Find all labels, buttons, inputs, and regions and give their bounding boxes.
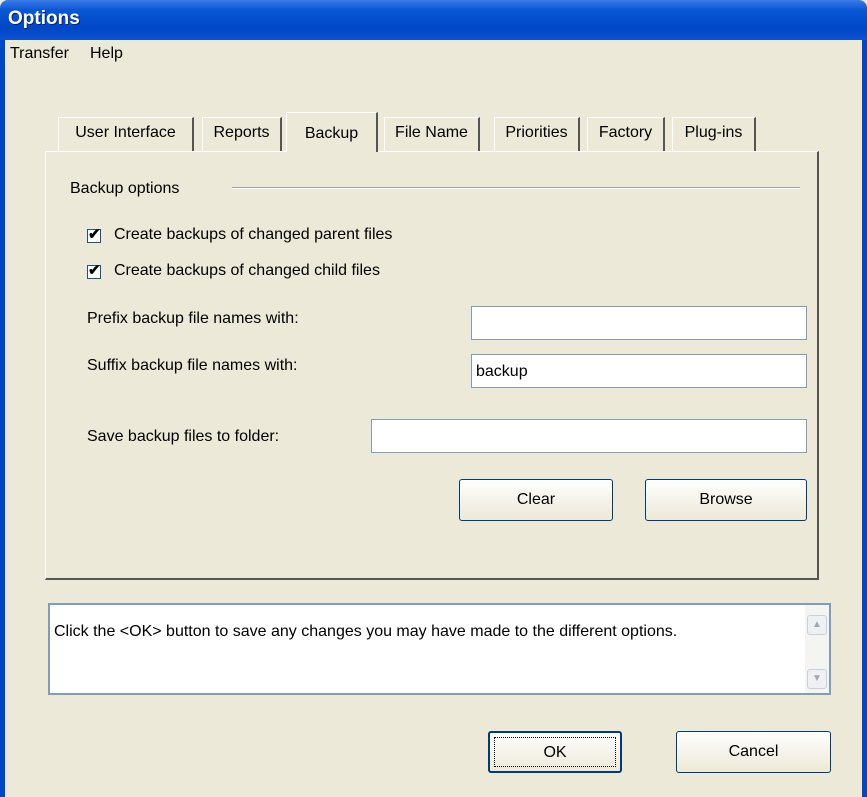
status-scrollbar[interactable]: ▲ ▼	[805, 605, 829, 693]
suffix-label: Suffix backup file names with:	[87, 357, 298, 374]
tab-user-interface[interactable]: User Interface	[58, 117, 194, 151]
tab-file-name[interactable]: File Name	[384, 117, 480, 151]
parent-backup-checkbox[interactable]: ✔	[87, 226, 101, 243]
clear-button[interactable]: Clear	[459, 479, 613, 521]
backup-options-label: Backup options	[70, 180, 180, 197]
folder-input[interactable]	[371, 419, 807, 453]
suffix-input[interactable]: backup	[471, 354, 807, 388]
focus-rectangle	[494, 737, 616, 767]
group-divider	[232, 187, 800, 189]
menu-help[interactable]: Help	[90, 45, 123, 63]
cancel-button[interactable]: Cancel	[676, 731, 831, 773]
status-message-box: Click the <OK> button to save any change…	[48, 603, 831, 695]
prefix-input[interactable]	[471, 306, 807, 340]
prefix-label: Prefix backup file names with:	[87, 310, 299, 327]
child-backup-checkbox[interactable]: ✔	[87, 262, 101, 279]
status-message: Click the <OK> button to save any change…	[54, 623, 678, 640]
folder-label: Save backup files to folder:	[87, 428, 280, 445]
scroll-up-icon[interactable]: ▲	[807, 615, 827, 635]
window-frame-left	[0, 40, 5, 797]
tab-factory[interactable]: Factory	[587, 117, 665, 151]
check-icon: ✔	[88, 226, 101, 243]
menu-bar: Transfer Help	[5, 40, 862, 66]
tab-reports[interactable]: Reports	[202, 117, 282, 151]
ok-button[interactable]: OK	[488, 731, 622, 773]
check-icon: ✔	[88, 262, 101, 279]
window-frame-right	[862, 40, 867, 797]
child-backup-label[interactable]: Create backups of changed child files	[114, 262, 380, 280]
title-bar: Options	[0, 0, 867, 40]
browse-button[interactable]: Browse	[645, 479, 807, 521]
tab-plug-ins[interactable]: Plug-ins	[672, 117, 756, 151]
tab-backup[interactable]: Backup	[286, 112, 378, 152]
tab-priorities[interactable]: Priorities	[494, 117, 580, 151]
menu-transfer[interactable]: Transfer	[10, 45, 69, 63]
scroll-down-icon[interactable]: ▼	[807, 669, 827, 689]
parent-backup-label[interactable]: Create backups of changed parent files	[114, 226, 392, 244]
window-title: Options	[8, 8, 80, 29]
